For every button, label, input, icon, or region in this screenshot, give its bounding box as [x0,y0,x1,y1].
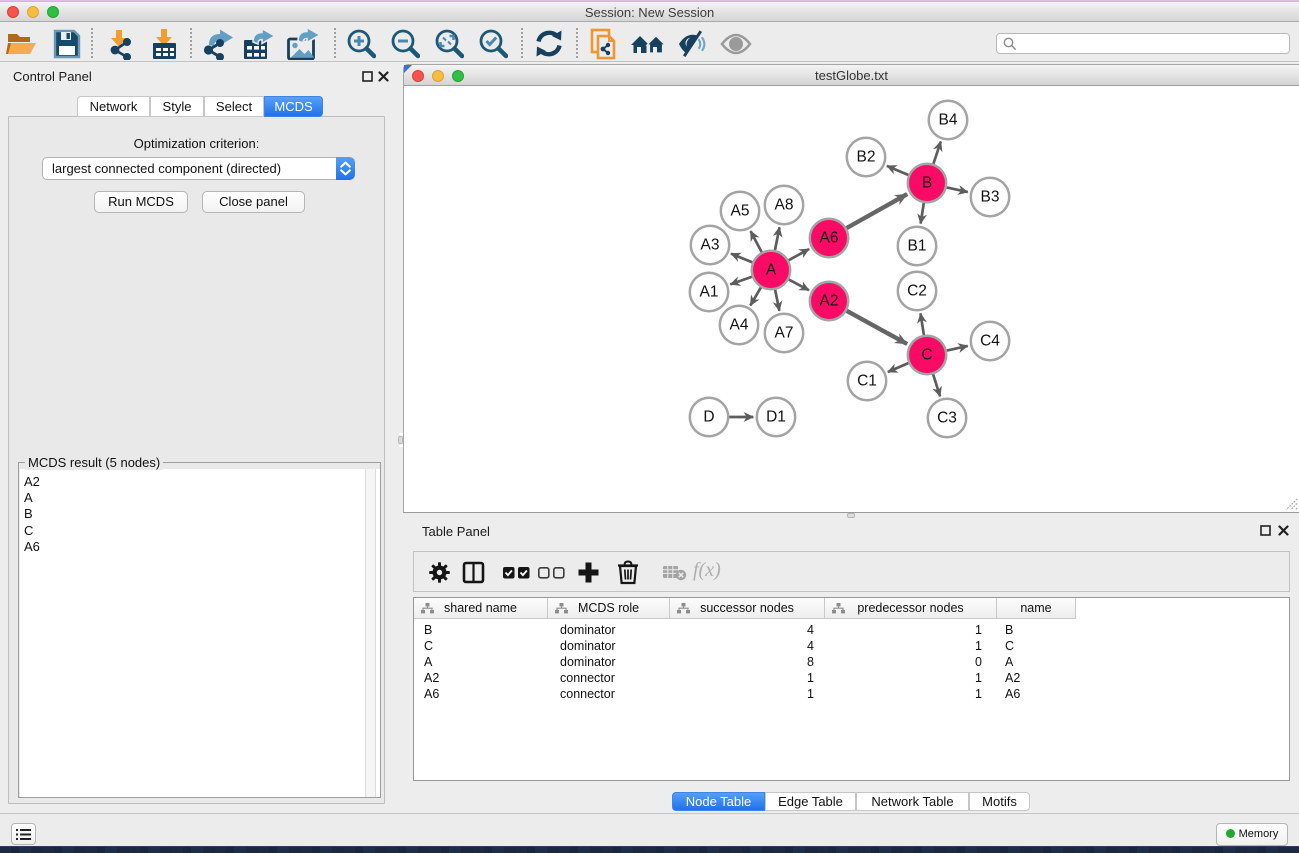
svg-text:A8: A8 [775,197,794,214]
svg-text:C4: C4 [980,333,1000,350]
svg-text:C: C [921,347,932,364]
svg-text:B3: B3 [981,189,1000,206]
svg-text:C3: C3 [937,410,957,427]
svg-text:C1: C1 [857,373,877,390]
svg-text:C2: C2 [907,283,927,300]
svg-text:D: D [703,409,714,426]
svg-text:A2: A2 [820,293,839,310]
svg-text:A3: A3 [701,237,720,254]
svg-text:D1: D1 [766,409,786,426]
svg-text:A6: A6 [820,230,839,247]
svg-text:B4: B4 [939,112,958,129]
svg-text:A4: A4 [730,317,749,334]
svg-text:B: B [922,175,932,192]
svg-text:A: A [766,262,777,279]
svg-text:B2: B2 [857,149,876,166]
svg-text:A5: A5 [731,203,750,220]
svg-text:B1: B1 [908,238,927,255]
svg-text:A1: A1 [700,284,719,301]
svg-text:A7: A7 [775,325,794,342]
